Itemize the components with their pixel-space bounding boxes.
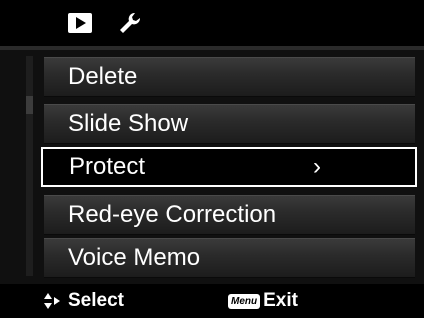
scrollbar[interactable] xyxy=(26,56,33,276)
menu-item-label: Protect xyxy=(69,153,146,180)
select-hint: Select xyxy=(44,284,124,318)
playback-icon xyxy=(68,13,92,33)
menu-item-label: Red-eye Correction xyxy=(68,201,277,228)
menu-item-red-eye-correction[interactable]: Red-eye Correction xyxy=(44,195,415,235)
menu-button-badge: Menu xyxy=(228,293,261,309)
exit-label: Exit xyxy=(263,290,298,311)
footer-hint-bar: Select Menu Exit xyxy=(0,284,424,318)
menu-item-label: Delete xyxy=(68,63,138,90)
up-down-arrows-icon xyxy=(44,292,60,310)
menu-item-slide-show[interactable]: Slide Show xyxy=(44,104,415,144)
tab-playback[interactable] xyxy=(60,0,100,46)
wrench-icon xyxy=(120,12,141,33)
camera-menu-screen: Delete Slide Show Protect › Red-eye Corr… xyxy=(0,0,424,318)
exit-hint: Menu Exit xyxy=(228,284,298,318)
menu-item-delete[interactable]: Delete xyxy=(44,57,415,97)
scrollbar-thumb[interactable] xyxy=(26,96,33,114)
menu-item-protect[interactable]: Protect › xyxy=(41,147,417,187)
menu-item-voice-memo[interactable]: Voice Memo xyxy=(44,238,415,278)
menu-tab-bar xyxy=(0,0,424,46)
select-label: Select xyxy=(68,290,124,311)
submenu-arrow-icon: › xyxy=(313,153,321,180)
tab-setup[interactable] xyxy=(110,0,150,46)
menu-item-label: Slide Show xyxy=(68,110,189,137)
menu-item-label: Voice Memo xyxy=(68,244,201,271)
